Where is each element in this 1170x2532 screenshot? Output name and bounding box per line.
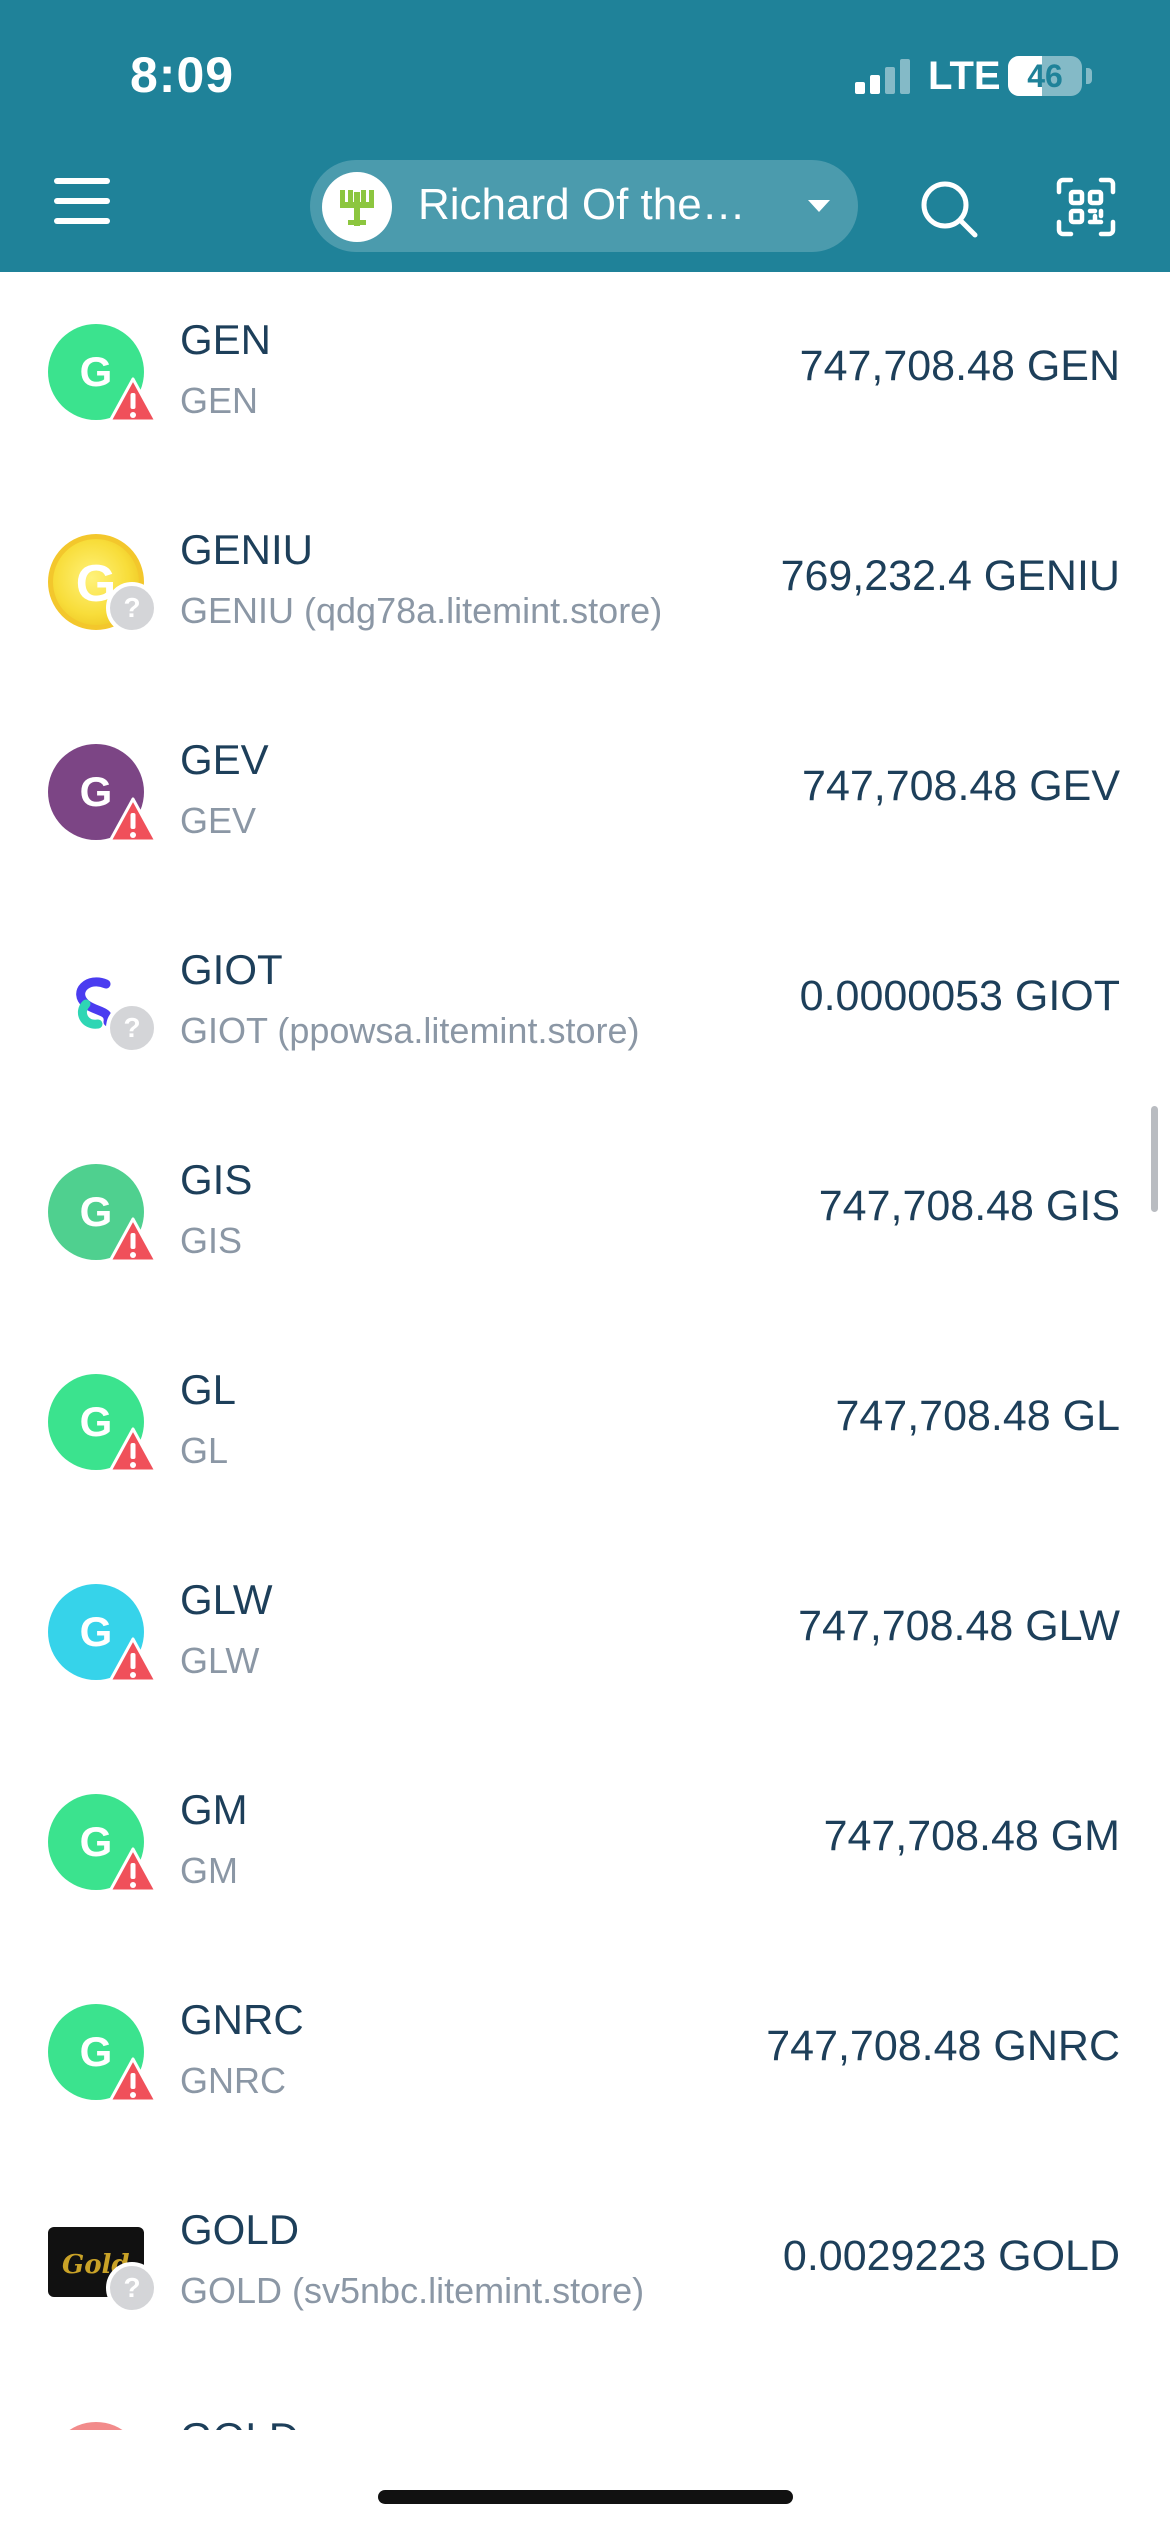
token-name: GL xyxy=(180,1366,237,1413)
warning-icon xyxy=(108,1846,158,1896)
question-mark-icon: ? xyxy=(106,582,158,634)
token-balance: 769,232.4 GENIU xyxy=(780,552,1120,600)
token-list: G GEN GEN 747,708.48 GEN G? GENIU GENIU (qdg78… xyxy=(0,272,1170,2372)
token-subtitle: GEN xyxy=(180,380,259,421)
account-name: Richard Of the… xyxy=(418,180,746,229)
warning-icon xyxy=(108,1216,158,1266)
token-subtitle: GLW xyxy=(180,1640,260,1681)
token-name: GM xyxy=(180,1786,248,1833)
list-item[interactable]: Gold? GOLD GOLD (sv5nbc.litemint.store) 0.0… xyxy=(0,2162,1170,2372)
search-icon[interactable] xyxy=(918,178,980,240)
token-name: GIS xyxy=(180,1156,253,1203)
list-item[interactable]: G GNRC GNRC 747,708.48 GNRC xyxy=(0,1952,1170,2162)
token-name: GEV xyxy=(180,736,269,783)
tree-icon xyxy=(340,190,374,226)
token-balance: 747,708.48 GM xyxy=(823,1812,1120,1860)
token-name: GEN xyxy=(180,316,272,363)
token-subtitle: GOLD (sv5nbc.litemint.store) xyxy=(180,2270,645,2311)
hamburger-menu-icon[interactable] xyxy=(54,178,114,228)
qr-scan-icon[interactable] xyxy=(1055,176,1117,238)
token-subtitle: GM xyxy=(180,1850,238,1891)
warning-icon xyxy=(108,796,158,846)
token-subtitle: GENIU (qdg78a.litemint.store) xyxy=(180,590,663,631)
warning-icon xyxy=(108,2056,158,2106)
token-subtitle: GNRC xyxy=(180,2060,286,2101)
status-time: 8:09 xyxy=(130,47,235,103)
token-balance: 747,708.48 GEN xyxy=(799,342,1120,390)
list-item[interactable]: G GM GM 747,708.48 GM xyxy=(0,1742,1170,1952)
list-item[interactable]: ? GIOT GIOT (ppowsa.litemint.store) 0.00000… xyxy=(0,902,1170,1112)
token-name: GIOT xyxy=(180,946,283,993)
account-selector[interactable]: Richard Of the… xyxy=(310,160,858,252)
list-item[interactable]: G GIS GIS 747,708.48 GIS xyxy=(0,1112,1170,1322)
token-balance: 747,708.48 GEV xyxy=(802,762,1120,810)
warning-icon xyxy=(108,376,158,426)
question-mark-icon: ? xyxy=(106,1002,158,1054)
token-subtitle: GIS xyxy=(180,1220,243,1261)
home-indicator[interactable] xyxy=(378,2490,793,2504)
list-item[interactable]: G? GENIU GENIU (qdg78a.litemint.store) 769,… xyxy=(0,482,1170,692)
battery-level: 46 xyxy=(1027,58,1063,94)
app-header: 8:09 LTE 46 Richard Of the… xyxy=(0,0,1170,272)
token-balance: 747,708.48 GLW xyxy=(798,1602,1120,1650)
bottom-area xyxy=(0,2430,1170,2532)
token-name: GNRC xyxy=(180,1996,304,2043)
token-balance: 747,708.48 GNRC xyxy=(766,2022,1120,2070)
token-name: GLW xyxy=(180,1576,273,1623)
chevron-down-icon xyxy=(808,200,830,212)
battery-icon: 46 xyxy=(1008,56,1082,96)
token-balance: 747,708.48 GL xyxy=(835,1392,1120,1440)
token-subtitle: GEV xyxy=(180,800,257,841)
list-item[interactable]: G GLW GLW 747,708.48 GLW xyxy=(0,1532,1170,1742)
question-mark-icon: ? xyxy=(106,2262,158,2314)
token-balance: 0.0000053 GIOT xyxy=(799,972,1120,1020)
account-avatar xyxy=(322,172,392,242)
token-balance: 0.0029223 GOLD xyxy=(782,2232,1120,2280)
token-name: GENIU xyxy=(180,526,314,573)
list-item[interactable]: G GEN GEN 747,708.48 GEN xyxy=(0,272,1170,482)
scrollbar[interactable] xyxy=(1151,1106,1158,1212)
token-subtitle: GIOT (ppowsa.litemint.store) xyxy=(180,1010,640,1051)
warning-icon xyxy=(108,1426,158,1476)
battery-tip xyxy=(1086,68,1092,84)
token-subtitle: GL xyxy=(180,1430,229,1471)
list-item[interactable]: G GEV GEV 747,708.48 GEV xyxy=(0,692,1170,902)
warning-icon xyxy=(108,1636,158,1686)
token-name: GOLD xyxy=(180,2206,300,2253)
list-item[interactable]: G GL GL 747,708.48 GL xyxy=(0,1322,1170,1532)
cellular-signal-icon xyxy=(855,58,915,94)
token-balance: 747,708.48 GIS xyxy=(818,1182,1120,1230)
network-type: LTE xyxy=(928,54,1001,98)
